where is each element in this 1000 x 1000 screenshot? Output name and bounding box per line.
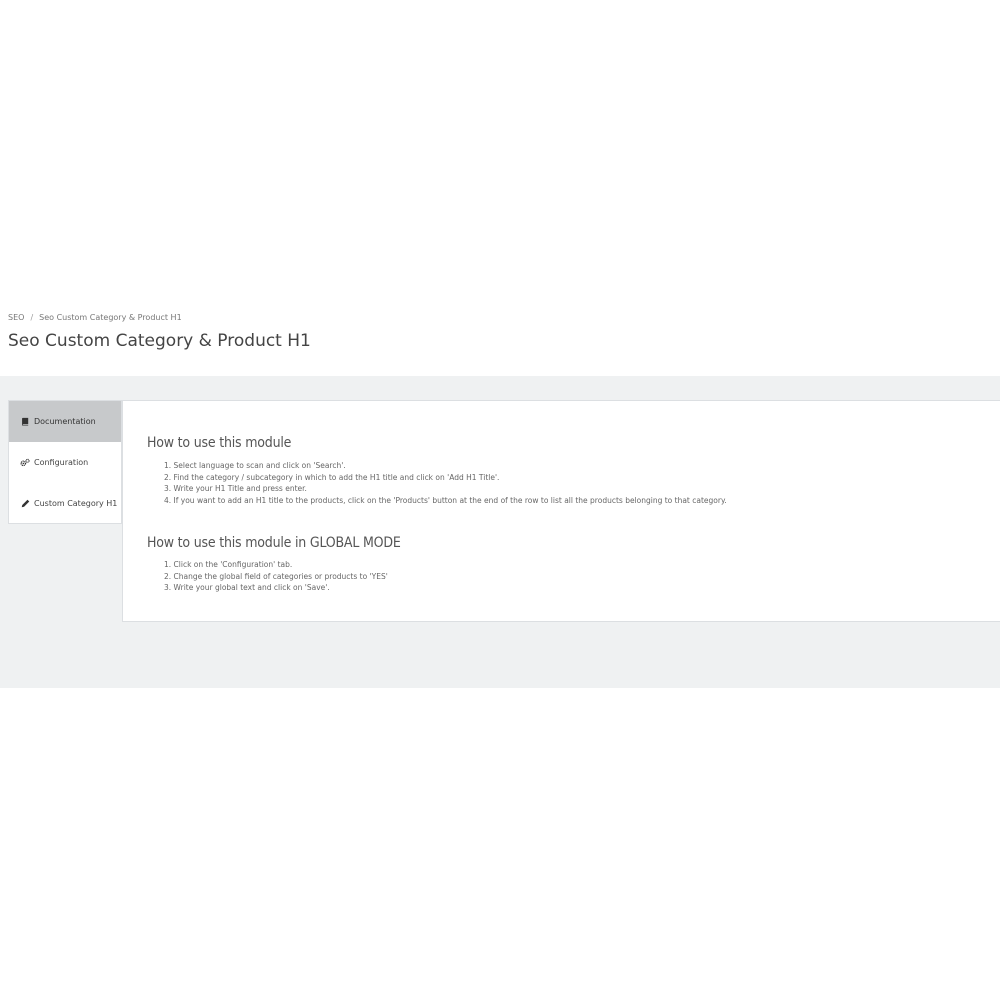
section-title: How to use this module bbox=[147, 435, 292, 451]
breadcrumb-root-link[interactable]: SEO bbox=[8, 313, 24, 322]
module-tabs: Documentation Configuration Custom Categ… bbox=[8, 400, 122, 524]
page: SEO / Seo Custom Category & Product H1 Seo… bbox=[0, 0, 1000, 1000]
step-item: 4. If you want to add an H1 title to the… bbox=[164, 495, 727, 505]
step-item: 1. Click on the 'Configuration' tab. bbox=[164, 560, 293, 569]
tab-custom-category-h1[interactable]: Custom Category H1 bbox=[9, 483, 121, 524]
steps-list: 1. Select language to scan and click on … bbox=[164, 460, 727, 506]
tab-documentation-label: Documentation bbox=[34, 417, 96, 426]
tab-custom-category-h1-label: Custom Category H1 bbox=[34, 499, 118, 508]
step-item: 2. Find the category / subcategory in wh… bbox=[164, 472, 500, 482]
breadcrumb-separator: / bbox=[30, 313, 34, 322]
step-item: 3. Write your H1 Title and press enter. bbox=[164, 484, 307, 493]
gears-icon bbox=[20, 458, 30, 468]
step-item: 2. Change the global field of categories… bbox=[164, 571, 388, 581]
breadcrumb: SEO / Seo Custom Category & Product H1 bbox=[8, 313, 182, 322]
page-title: Seo Custom Category & Product H1 bbox=[8, 331, 311, 351]
step-item: 1. Select language to scan and click on … bbox=[164, 461, 346, 470]
documentation-panel: How to use this module 1. Select languag… bbox=[122, 400, 1000, 622]
step-item: 3. Write your global text and click on '… bbox=[164, 583, 330, 592]
tab-configuration-label: Configuration bbox=[34, 458, 89, 467]
section-title: How to use this module in GLOBAL MODE bbox=[147, 535, 401, 551]
book-icon bbox=[20, 417, 30, 427]
steps-list: 1. Click on the 'Configuration' tab. 2. … bbox=[164, 559, 388, 594]
tab-documentation[interactable]: Documentation bbox=[9, 401, 121, 442]
breadcrumb-current: Seo Custom Category & Product H1 bbox=[39, 313, 182, 322]
tab-configuration[interactable]: Configuration bbox=[9, 442, 121, 483]
pencil-icon bbox=[20, 499, 30, 509]
